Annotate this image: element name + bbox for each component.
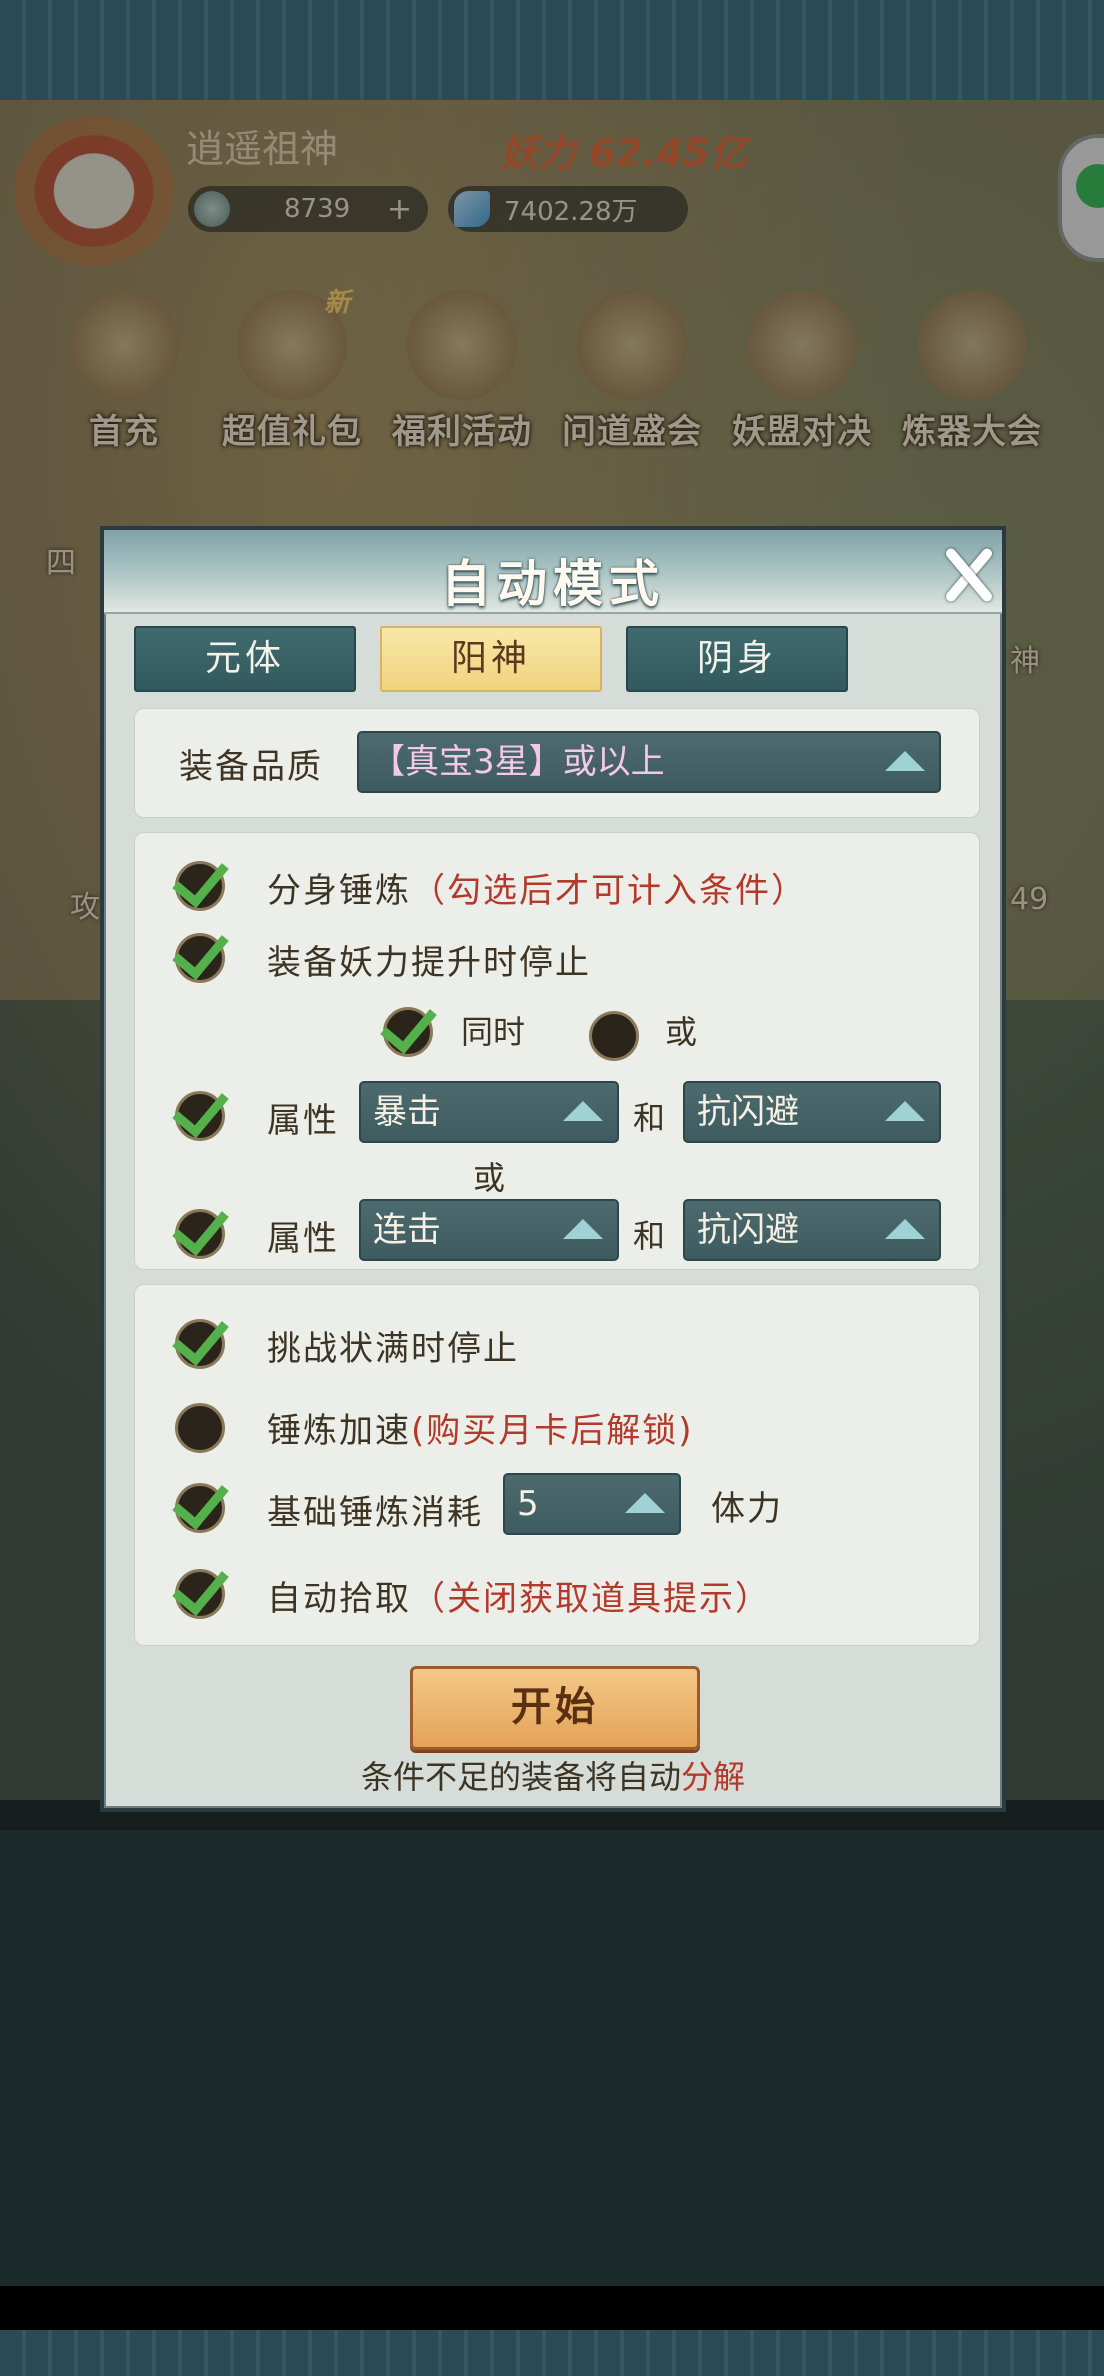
- attr2-checkbox[interactable]: [172, 1197, 235, 1259]
- attr2-a-value: 连击: [373, 1210, 441, 1250]
- mode-or-radio[interactable]: [589, 1011, 639, 1061]
- footer-text: 条件不足的装备将自动: [360, 1758, 681, 1796]
- dropdown-arrow-icon: [563, 1219, 603, 1239]
- attr1-joiner: 和: [633, 1099, 666, 1137]
- tab-yangshen[interactable]: 阳神: [380, 626, 602, 692]
- dropdown-arrow-icon: [625, 1493, 665, 1513]
- dropdown-arrow-icon: [563, 1101, 603, 1121]
- dropdown-arrow-icon: [885, 1101, 925, 1121]
- clone-forge-label: 分身锤炼（勾选后才可计入条件）: [267, 863, 807, 912]
- base-cost-label: 基础锤炼消耗: [267, 1493, 483, 1533]
- attr2-b-dropdown[interactable]: 抗闪避: [683, 1199, 941, 1261]
- attr2-label: 属性: [267, 1219, 339, 1259]
- bottom-decor-band: [0, 2330, 1104, 2376]
- mode-same-checkbox[interactable]: [380, 995, 443, 1057]
- clone-forge-note: （勾选后才可计入条件）: [411, 871, 807, 911]
- base-cost-dropdown[interactable]: 5: [503, 1473, 681, 1535]
- stop-full-checkbox[interactable]: [172, 1307, 235, 1369]
- top-decor-band: [0, 0, 1104, 100]
- attr2-a-dropdown[interactable]: 连击: [359, 1199, 619, 1261]
- clone-forge-text: 分身锤炼: [267, 871, 411, 911]
- attr-or-text: 或: [473, 1159, 506, 1197]
- clone-forge-checkbox[interactable]: [172, 849, 235, 911]
- tab-yinshen[interactable]: 阴身: [626, 626, 848, 692]
- stop-on-power-checkbox[interactable]: [172, 921, 235, 983]
- lower-background: [0, 1830, 1104, 2286]
- speedup-checkbox[interactable]: [175, 1403, 225, 1453]
- auto-pick-note: （关闭获取道具提示）: [411, 1579, 771, 1619]
- auto-pick-label: 自动拾取（关闭获取道具提示）: [267, 1571, 771, 1620]
- stop-on-power-label: 装备妖力提升时停止: [267, 943, 591, 983]
- auto-mode-dialog: 自动模式 元体 阳神 阴身 装备品质 【真宝3星】或以上 分身锤炼（勾选后才可计…: [100, 526, 1006, 1812]
- settings-panel: 挑战状满时停止 锤炼加速(购买月卡后解锁) 基础锤炼消耗 5 体力 自动拾取（关…: [134, 1284, 980, 1646]
- footer-note: 条件不足的装备将自动分解: [104, 1752, 1002, 1798]
- auto-pick-checkbox[interactable]: [172, 1557, 235, 1619]
- dropdown-arrow-icon: [885, 751, 925, 771]
- attr2-b-value: 抗闪避: [697, 1210, 799, 1250]
- quality-value: 【真宝3星】或以上: [371, 742, 665, 782]
- bottom-bar: [0, 2286, 1104, 2330]
- speedup-note: (购买月卡后解锁): [411, 1411, 694, 1451]
- start-button[interactable]: 开始: [410, 1666, 700, 1750]
- stop-full-label: 挑战状满时停止: [267, 1329, 519, 1369]
- dropdown-arrow-icon: [885, 1219, 925, 1239]
- base-cost-value: 5: [517, 1484, 539, 1524]
- base-cost-unit: 体力: [711, 1489, 783, 1529]
- attr1-a-value: 暴击: [373, 1092, 441, 1132]
- mode-same-label: 同时: [461, 1013, 526, 1051]
- auto-pick-text: 自动拾取: [267, 1579, 411, 1619]
- quality-label: 装备品质: [179, 747, 323, 787]
- speedup-label: 锤炼加速(购买月卡后解锁): [267, 1403, 694, 1452]
- attr1-checkbox[interactable]: [172, 1079, 235, 1141]
- tab-yuanti[interactable]: 元体: [134, 626, 356, 692]
- close-icon[interactable]: [938, 544, 998, 606]
- quality-dropdown[interactable]: 【真宝3星】或以上: [357, 731, 941, 793]
- attr1-label: 属性: [267, 1101, 339, 1141]
- dialog-title: 自动模式: [441, 555, 665, 613]
- speedup-text: 锤炼加速: [267, 1411, 411, 1451]
- attr2-joiner: 和: [633, 1217, 666, 1255]
- attr1-a-dropdown[interactable]: 暴击: [359, 1081, 619, 1143]
- attr1-b-value: 抗闪避: [697, 1092, 799, 1132]
- quality-panel: 装备品质 【真宝3星】或以上: [134, 708, 980, 818]
- mode-or-label: 或: [665, 1013, 698, 1051]
- conditions-panel: 分身锤炼（勾选后才可计入条件） 装备妖力提升时停止 同时 或 属性 暴击 和 抗…: [134, 832, 980, 1270]
- base-cost-checkbox[interactable]: [172, 1471, 235, 1533]
- footer-highlight: 分解: [681, 1758, 746, 1796]
- attr1-b-dropdown[interactable]: 抗闪避: [683, 1081, 941, 1143]
- dialog-header: 自动模式: [104, 530, 1002, 614]
